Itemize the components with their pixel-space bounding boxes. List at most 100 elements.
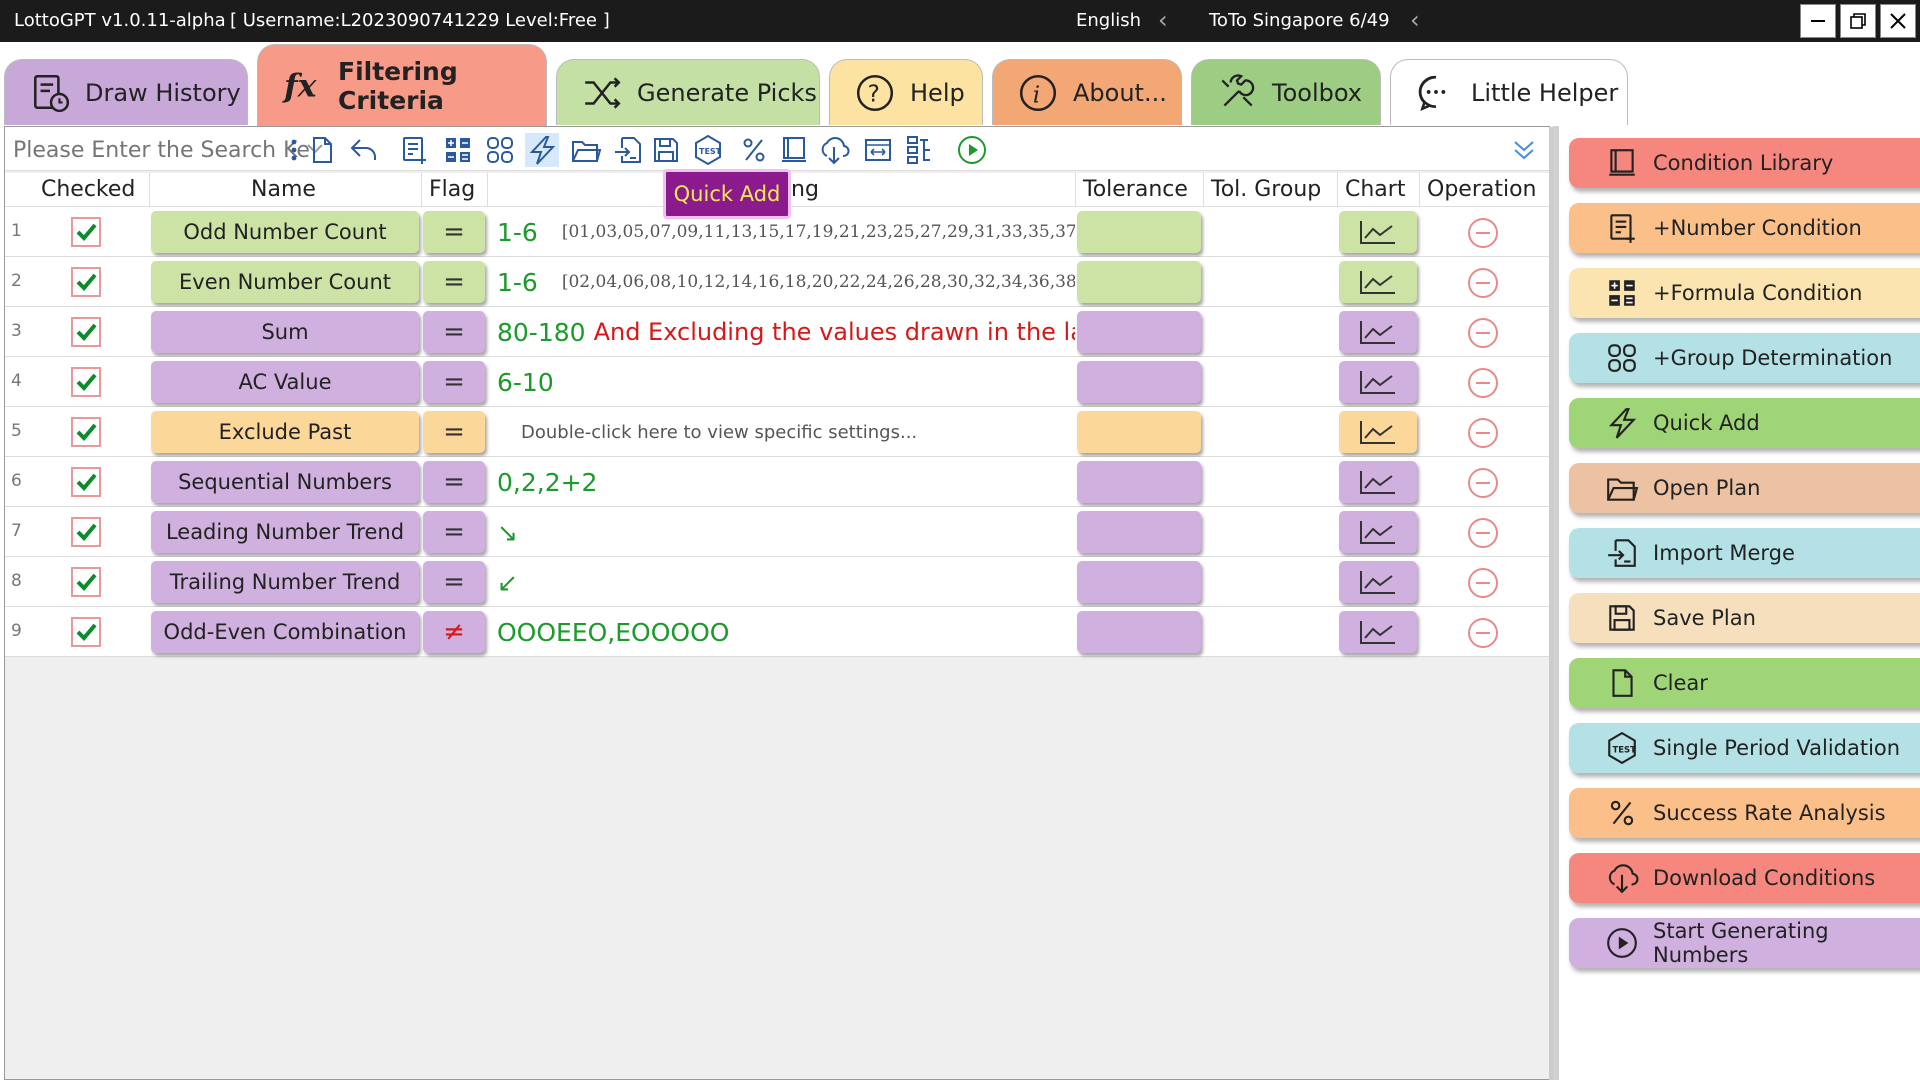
- toolbar-library-button[interactable]: [777, 133, 811, 167]
- tab-generate-picks[interactable]: Generate Picks: [556, 59, 820, 125]
- flag-button[interactable]: =: [423, 311, 485, 353]
- condition-name-button[interactable]: Even Number Count: [151, 261, 419, 303]
- chart-button[interactable]: [1339, 361, 1417, 403]
- table-row[interactable]: 9 Odd-Even Combination ≠ OOOEEO,EOOOOO: [5, 607, 1549, 657]
- sidebar-quick-add-button[interactable]: Quick Add: [1569, 398, 1920, 448]
- table-row[interactable]: 6 Sequential Numbers = 0,2,2+2: [5, 457, 1549, 507]
- tolerance-button[interactable]: [1077, 611, 1201, 653]
- col-operation[interactable]: Operation: [1427, 177, 1536, 202]
- setting-cell[interactable]: Double-click here to view specific setti…: [497, 415, 1075, 449]
- table-row[interactable]: 4 AC Value = 6-10: [5, 357, 1549, 407]
- col-flag[interactable]: Flag: [429, 177, 475, 202]
- remove-condition-icon[interactable]: [1467, 617, 1499, 649]
- setting-cell[interactable]: 1-6 [02,04,06,08,10,12,14,16,18,20,22,24,…: [497, 265, 1075, 299]
- table-row[interactable]: 5 Exclude Past = Double-click here to view …: [5, 407, 1549, 457]
- toolbar-group-button[interactable]: [483, 133, 517, 167]
- sidebar-group-determination-button[interactable]: +Group Determination: [1569, 333, 1920, 383]
- remove-condition-icon[interactable]: [1467, 317, 1499, 349]
- toolbar-tree-button[interactable]: [903, 133, 937, 167]
- col-checked[interactable]: Checked: [41, 177, 135, 202]
- flag-button[interactable]: =: [423, 511, 485, 553]
- setting-cell[interactable]: ↙: [497, 565, 1075, 599]
- restore-button[interactable]: [1840, 4, 1876, 38]
- toolbar-play-button[interactable]: [955, 133, 989, 167]
- col-chart[interactable]: Chart: [1345, 177, 1405, 202]
- sidebar-clear-button[interactable]: Clear: [1569, 658, 1920, 708]
- remove-condition-icon[interactable]: [1467, 217, 1499, 249]
- remove-condition-icon[interactable]: [1467, 417, 1499, 449]
- toolbar-import-button[interactable]: [611, 133, 645, 167]
- tolerance-button[interactable]: [1077, 461, 1201, 503]
- setting-cell[interactable]: 1-6 [01,03,05,07,09,11,13,15,17,19,21,23,…: [497, 215, 1075, 249]
- table-row[interactable]: 8 Trailing Number Trend = ↙: [5, 557, 1549, 607]
- col-tolerance[interactable]: Tolerance: [1083, 177, 1188, 202]
- tolerance-button[interactable]: [1077, 511, 1201, 553]
- setting-cell[interactable]: 80-180 And Excluding the values drawn in …: [497, 315, 1075, 349]
- collapse-toolbar-icon[interactable]: [1511, 137, 1537, 163]
- sidebar-import-merge-button[interactable]: Import Merge: [1569, 528, 1920, 578]
- sidebar-start-generating-numbers-button[interactable]: Start Generating Numbers: [1569, 918, 1920, 968]
- condition-name-button[interactable]: AC Value: [151, 361, 419, 403]
- flag-button[interactable]: =: [423, 361, 485, 403]
- condition-name-button[interactable]: Sum: [151, 311, 419, 353]
- row-checkbox[interactable]: [71, 217, 101, 247]
- sidebar-number-condition-button[interactable]: +Number Condition: [1569, 203, 1920, 253]
- condition-name-button[interactable]: Odd-Even Combination: [151, 611, 419, 653]
- setting-cell[interactable]: 0,2,2+2: [497, 465, 1075, 499]
- table-row[interactable]: 2 Even Number Count = 1-6 [02,04,06,08,10,12…: [5, 257, 1549, 307]
- tolerance-button[interactable]: [1077, 261, 1201, 303]
- toolbar-test-button[interactable]: TEST: [691, 133, 725, 167]
- sidebar-download-conditions-button[interactable]: Download Conditions: [1569, 853, 1920, 903]
- toolbar-resize-button[interactable]: [861, 133, 895, 167]
- row-checkbox[interactable]: [71, 367, 101, 397]
- toolbar-percent-button[interactable]: [737, 133, 771, 167]
- condition-name-button[interactable]: Leading Number Trend: [151, 511, 419, 553]
- chart-button[interactable]: [1339, 311, 1417, 353]
- setting-cell[interactable]: ↘: [497, 515, 1075, 549]
- tab-draw-history[interactable]: Draw History: [4, 59, 248, 125]
- toolbar-open-folder-button[interactable]: [569, 133, 603, 167]
- close-button[interactable]: [1880, 4, 1916, 38]
- col-name[interactable]: Name: [251, 177, 316, 202]
- lottery-selector[interactable]: ToTo Singapore 6/49: [1209, 10, 1390, 31]
- chevron-left-icon[interactable]: ‹: [1410, 6, 1420, 34]
- remove-condition-icon[interactable]: [1467, 517, 1499, 549]
- condition-name-button[interactable]: Sequential Numbers: [151, 461, 419, 503]
- tab-little-helper[interactable]: Little Helper: [1390, 59, 1628, 125]
- col-tol-group[interactable]: Tol. Group: [1211, 177, 1321, 202]
- tolerance-button[interactable]: [1077, 361, 1201, 403]
- toolbar-download-button[interactable]: [817, 133, 851, 167]
- tab-toolbox[interactable]: Toolbox: [1191, 59, 1381, 125]
- remove-condition-icon[interactable]: [1467, 567, 1499, 599]
- chevron-left-icon[interactable]: ‹: [1158, 6, 1168, 34]
- remove-condition-icon[interactable]: [1467, 367, 1499, 399]
- sidebar-single-period-validation-button[interactable]: TEST Single Period Validation: [1569, 723, 1920, 773]
- chart-button[interactable]: [1339, 461, 1417, 503]
- sidebar-success-rate-analysis-button[interactable]: Success Rate Analysis: [1569, 788, 1920, 838]
- col-setting[interactable]: ng: [791, 177, 819, 202]
- flag-button[interactable]: =: [423, 411, 485, 453]
- toolbar-save-button[interactable]: [649, 133, 683, 167]
- chart-button[interactable]: [1339, 611, 1417, 653]
- table-row[interactable]: 3 Sum = 80-180 And Excluding the values draw…: [5, 307, 1549, 357]
- remove-condition-icon[interactable]: [1467, 467, 1499, 499]
- flag-button[interactable]: =: [423, 261, 485, 303]
- flag-button[interactable]: =: [423, 461, 485, 503]
- row-checkbox[interactable]: [71, 417, 101, 447]
- chart-button[interactable]: [1339, 561, 1417, 603]
- row-checkbox[interactable]: [71, 517, 101, 547]
- row-checkbox[interactable]: [71, 467, 101, 497]
- tab-filtering-criteria[interactable]: fx Filtering Criteria: [257, 44, 547, 126]
- flag-button[interactable]: =: [423, 211, 485, 253]
- tab-about[interactable]: i About...: [992, 59, 1182, 125]
- toolbar-quick-add-button[interactable]: [525, 133, 559, 167]
- flag-button[interactable]: ≠: [423, 611, 485, 653]
- condition-name-button[interactable]: Odd Number Count: [151, 211, 419, 253]
- toolbar-number-condition-button[interactable]: [397, 133, 431, 167]
- tolerance-button[interactable]: [1077, 561, 1201, 603]
- tab-help[interactable]: ? Help: [829, 59, 983, 125]
- sidebar-save-plan-button[interactable]: Save Plan: [1569, 593, 1920, 643]
- setting-cell[interactable]: 6-10: [497, 365, 1075, 399]
- condition-name-button[interactable]: Exclude Past: [151, 411, 419, 453]
- row-checkbox[interactable]: [71, 267, 101, 297]
